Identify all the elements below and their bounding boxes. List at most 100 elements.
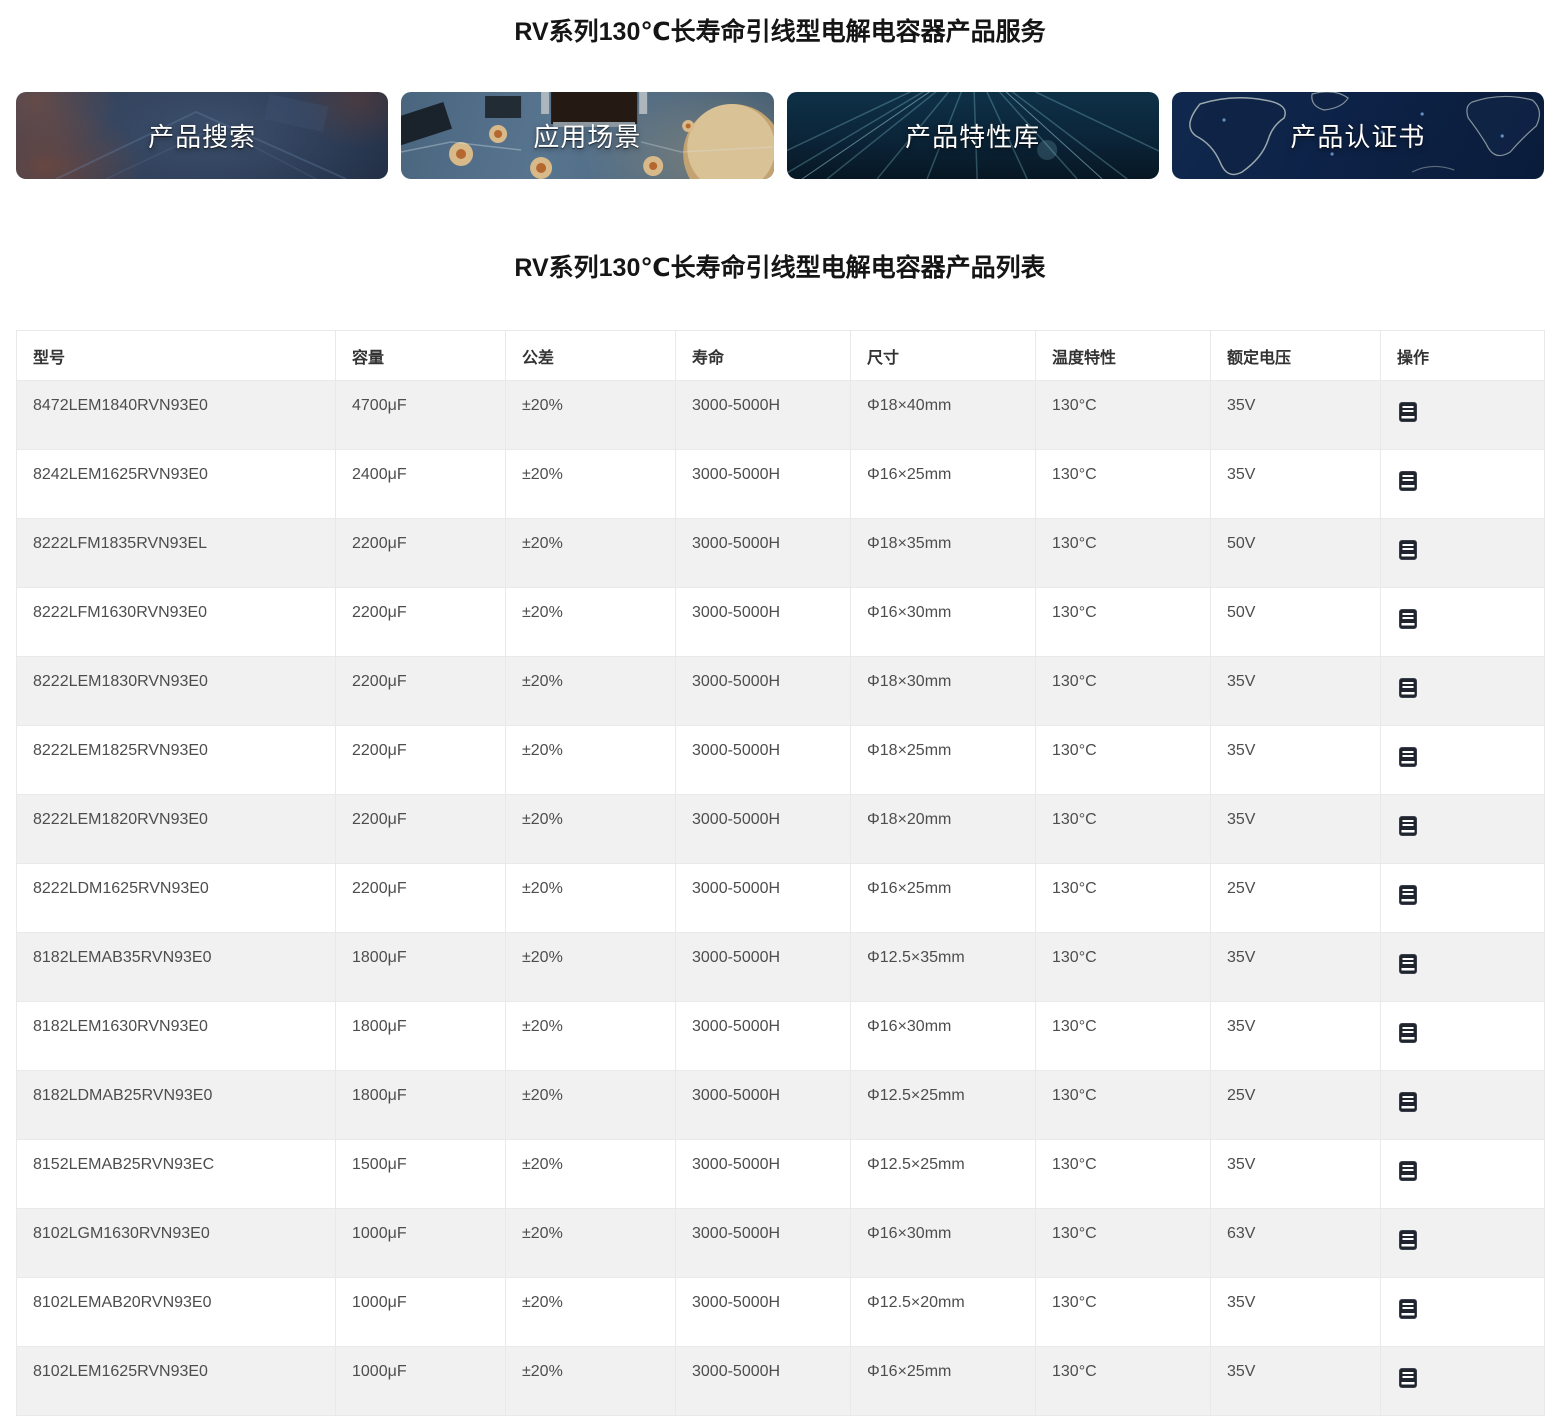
card-product-certificates[interactable]: 产品认证书 xyxy=(1171,92,1544,179)
col-header-life: 寿命 xyxy=(675,330,851,381)
cell-size: Φ12.5×25mm xyxy=(850,1070,1036,1140)
cell-tolerance: ±20% xyxy=(505,587,676,657)
cell-life: 3000-5000H xyxy=(675,725,851,795)
cell-action xyxy=(1380,863,1545,933)
cell-action xyxy=(1380,518,1545,588)
cell-model: 8102LGM1630RVN93E0 xyxy=(16,1208,336,1278)
cell-action xyxy=(1380,1346,1545,1416)
view-detail-button[interactable] xyxy=(1399,1161,1417,1181)
cell-model: 8222LDM1625RVN93E0 xyxy=(16,863,336,933)
table-row: 8222LFM1630RVN93E0 2200μF ±20% 3000-5000… xyxy=(16,587,1545,657)
view-detail-button[interactable] xyxy=(1399,954,1417,974)
cell-model: 8102LEM1625RVN93E0 xyxy=(16,1346,336,1416)
view-detail-button[interactable] xyxy=(1399,609,1417,629)
cell-size: Φ16×30mm xyxy=(850,1001,1036,1071)
cell-size: Φ18×40mm xyxy=(850,380,1036,450)
cell-action xyxy=(1380,1139,1545,1209)
cell-action xyxy=(1380,1277,1545,1347)
view-detail-button[interactable] xyxy=(1399,1230,1417,1250)
cell-model: 8182LEM1630RVN93E0 xyxy=(16,1001,336,1071)
document-icon xyxy=(1399,1023,1417,1043)
cell-action xyxy=(1380,587,1545,657)
cell-life: 3000-5000H xyxy=(675,1277,851,1347)
cell-temperature: 130°C xyxy=(1035,863,1211,933)
view-detail-button[interactable] xyxy=(1399,471,1417,491)
table-row: 8182LEMAB35RVN93E0 1800μF ±20% 3000-5000… xyxy=(16,932,1545,1002)
cell-voltage: 63V xyxy=(1210,1208,1381,1278)
cell-action xyxy=(1380,794,1545,864)
cell-model: 8182LDMAB25RVN93E0 xyxy=(16,1070,336,1140)
cell-model: 8472LEM1840RVN93E0 xyxy=(16,380,336,450)
cell-temperature: 130°C xyxy=(1035,1277,1211,1347)
table-row: 8182LEM1630RVN93E0 1800μF ±20% 3000-5000… xyxy=(16,1001,1545,1071)
document-icon xyxy=(1399,1092,1417,1112)
cell-action xyxy=(1380,656,1545,726)
col-header-tolerance: 公差 xyxy=(505,330,676,381)
cell-tolerance: ±20% xyxy=(505,1277,676,1347)
document-icon xyxy=(1399,1299,1417,1319)
col-header-actions: 操作 xyxy=(1380,330,1545,381)
cell-action xyxy=(1380,932,1545,1002)
cell-tolerance: ±20% xyxy=(505,449,676,519)
cell-voltage: 35V xyxy=(1210,1277,1381,1347)
cell-size: Φ18×35mm xyxy=(850,518,1036,588)
cell-life: 3000-5000H xyxy=(675,863,851,933)
document-icon xyxy=(1399,471,1417,491)
cell-capacity: 1800μF xyxy=(335,1070,506,1140)
card-label: 产品特性库 xyxy=(905,122,1041,152)
cell-life: 3000-5000H xyxy=(675,587,851,657)
document-icon xyxy=(1399,954,1417,974)
cell-life: 3000-5000H xyxy=(675,1139,851,1209)
cell-voltage: 35V xyxy=(1210,1001,1381,1071)
cell-size: Φ12.5×25mm xyxy=(850,1139,1036,1209)
cell-tolerance: ±20% xyxy=(505,656,676,726)
table-row: 8222LEM1820RVN93E0 2200μF ±20% 3000-5000… xyxy=(16,794,1545,864)
cell-tolerance: ±20% xyxy=(505,518,676,588)
cell-temperature: 130°C xyxy=(1035,518,1211,588)
col-header-capacity: 容量 xyxy=(335,330,506,381)
product-table: 型号 容量 公差 寿命 尺寸 温度特性 额定电压 操作 8472LEM1840R… xyxy=(16,330,1545,1416)
cell-action xyxy=(1380,1208,1545,1278)
cell-model: 8222LFM1835RVN93EL xyxy=(16,518,336,588)
document-icon xyxy=(1399,609,1417,629)
view-detail-button[interactable] xyxy=(1399,1299,1417,1319)
card-product-search[interactable]: 产品搜索 xyxy=(16,92,389,179)
cell-tolerance: ±20% xyxy=(505,1070,676,1140)
view-detail-button[interactable] xyxy=(1399,1368,1417,1388)
table-row: 8182LDMAB25RVN93E0 1800μF ±20% 3000-5000… xyxy=(16,1070,1545,1140)
view-detail-button[interactable] xyxy=(1399,885,1417,905)
cell-size: Φ12.5×20mm xyxy=(850,1277,1036,1347)
cell-capacity: 2200μF xyxy=(335,587,506,657)
view-detail-button[interactable] xyxy=(1399,1092,1417,1112)
nav-cards: 产品搜索 应用场景 产品特性库 产品认证书 xyxy=(16,92,1544,179)
cell-capacity: 1000μF xyxy=(335,1277,506,1347)
view-detail-button[interactable] xyxy=(1399,678,1417,698)
cell-model: 8222LFM1630RVN93E0 xyxy=(16,587,336,657)
cell-size: Φ18×25mm xyxy=(850,725,1036,795)
page: RV系列130℃长寿命引线型电解电容器产品服务 产品搜索 应用场景 产品特性库 … xyxy=(0,0,1560,1416)
view-detail-button[interactable] xyxy=(1399,747,1417,767)
card-product-characteristics[interactable]: 产品特性库 xyxy=(786,92,1159,179)
cell-voltage: 25V xyxy=(1210,1070,1381,1140)
col-header-voltage: 额定电压 xyxy=(1210,330,1381,381)
cell-capacity: 1500μF xyxy=(335,1139,506,1209)
cell-temperature: 130°C xyxy=(1035,932,1211,1002)
table-row: 8222LDM1625RVN93E0 2200μF ±20% 3000-5000… xyxy=(16,863,1545,933)
cell-size: Φ16×30mm xyxy=(850,587,1036,657)
document-icon xyxy=(1399,540,1417,560)
cell-action xyxy=(1380,380,1545,450)
cell-temperature: 130°C xyxy=(1035,725,1211,795)
view-detail-button[interactable] xyxy=(1399,540,1417,560)
cell-voltage: 35V xyxy=(1210,380,1381,450)
view-detail-button[interactable] xyxy=(1399,816,1417,836)
table-row: 8102LEM1625RVN93E0 1000μF ±20% 3000-5000… xyxy=(16,1346,1545,1416)
cell-model: 8222LEM1830RVN93E0 xyxy=(16,656,336,726)
table-row: 8102LEMAB20RVN93E0 1000μF ±20% 3000-5000… xyxy=(16,1277,1545,1347)
card-application-scenes[interactable]: 应用场景 xyxy=(401,92,774,179)
cell-size: Φ16×30mm xyxy=(850,1208,1036,1278)
cell-action xyxy=(1380,449,1545,519)
cell-capacity: 1000μF xyxy=(335,1346,506,1416)
cell-temperature: 130°C xyxy=(1035,1346,1211,1416)
view-detail-button[interactable] xyxy=(1399,402,1417,422)
view-detail-button[interactable] xyxy=(1399,1023,1417,1043)
